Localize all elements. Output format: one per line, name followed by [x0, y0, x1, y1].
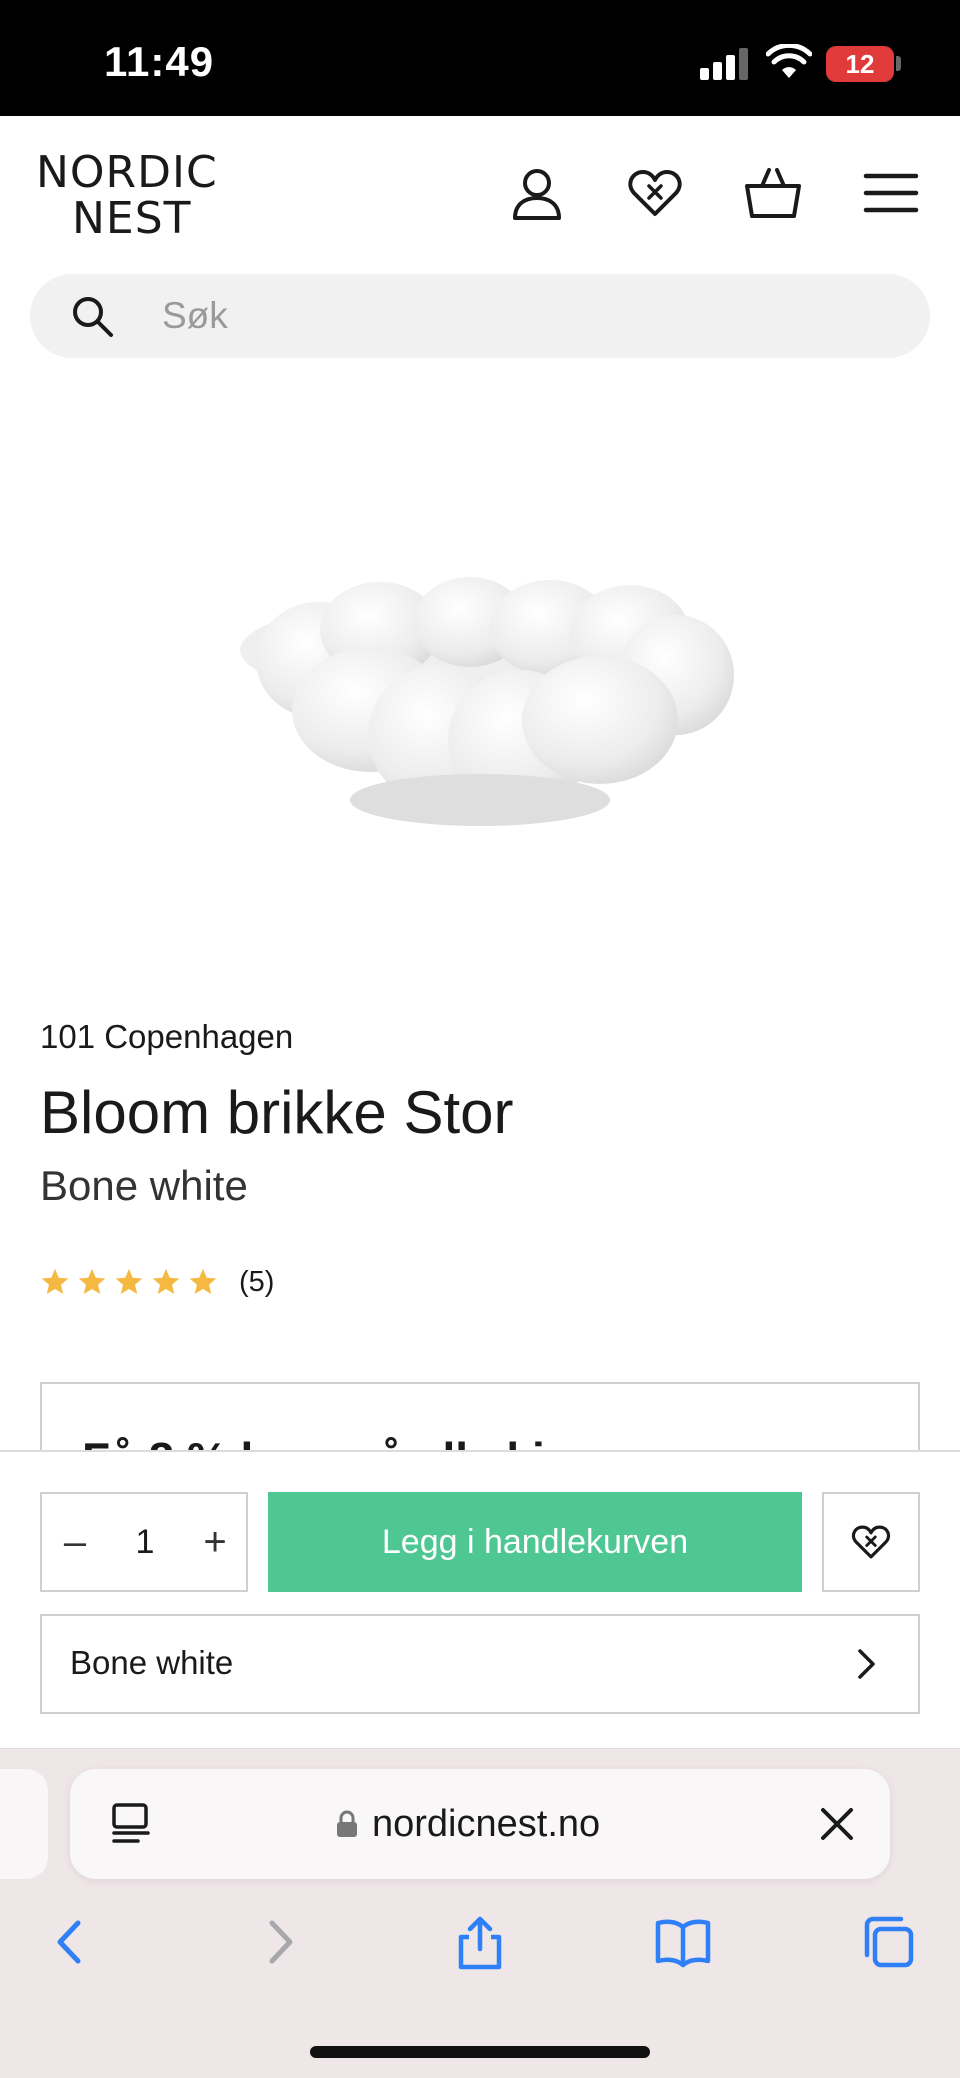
status-time: 11:49 [104, 38, 215, 85]
rating-count: (5) [239, 1265, 275, 1298]
cart-icon[interactable] [740, 160, 806, 226]
wifi-icon [766, 44, 812, 78]
share-button[interactable] [447, 1909, 513, 1975]
site-header: NORDIC NEST [0, 116, 960, 274]
menu-icon[interactable] [858, 160, 924, 226]
variant-selector-label: Bone white [70, 1644, 234, 1681]
bookmarks-button[interactable] [650, 1909, 716, 1975]
back-icon [57, 1920, 81, 1964]
chevron-right-icon [858, 1649, 875, 1679]
star-icon [41, 1268, 69, 1294]
star-icon [115, 1268, 143, 1294]
back-button[interactable] [38, 1909, 104, 1975]
quantity-value[interactable]: 1 [108, 1494, 182, 1590]
previous-tab-peek[interactable] [0, 1769, 48, 1879]
variant-selector[interactable]: Bone white [40, 1614, 920, 1714]
logo-line1: NORDIC [36, 147, 218, 198]
search-bar[interactable] [30, 274, 930, 358]
purchase-bar: – 1 + Legg i handlekurven Bone white [0, 1450, 960, 1748]
star-icon [78, 1268, 106, 1294]
signal-icon [700, 48, 750, 80]
battery-cap [896, 56, 901, 71]
product-brand[interactable]: 101 Copenhagen [40, 1018, 293, 1056]
share-icon [458, 1916, 502, 1970]
forward-icon [269, 1920, 293, 1964]
account-icon[interactable] [504, 160, 570, 226]
quantity-stepper: – 1 + [40, 1492, 248, 1592]
search-icon [73, 297, 113, 337]
product-variant: Bone white [40, 1162, 248, 1209]
url-display[interactable]: nordicnest.no [336, 1801, 600, 1847]
product-image[interactable] [200, 500, 760, 880]
address-bar[interactable]: nordicnest.no [70, 1769, 890, 1879]
wishlist-icon [851, 1525, 891, 1559]
status-bar: 11:49 12 [0, 0, 960, 116]
close-icon[interactable] [818, 1805, 856, 1843]
lock-icon [337, 1810, 357, 1837]
wishlist-button[interactable] [822, 1492, 920, 1592]
browser-toolbar: nordicnest.no [0, 1748, 960, 2078]
forward-button[interactable] [246, 1909, 312, 1975]
star-icon [152, 1268, 180, 1294]
logo-line2: NEST [72, 193, 192, 244]
tabs-button[interactable] [855, 1909, 921, 1975]
search-input[interactable] [162, 286, 862, 346]
bookmarks-icon [655, 1919, 711, 1968]
add-to-cart-button[interactable]: Legg i handlekurven [268, 1492, 802, 1592]
url-text: nordicnest.no [372, 1802, 601, 1845]
wishlist-icon[interactable] [622, 160, 688, 226]
product-title: Bloom brikke Stor [40, 1079, 514, 1146]
tabs-icon [864, 1916, 914, 1968]
increase-quantity-button[interactable]: + [182, 1494, 248, 1590]
decrease-quantity-button[interactable]: – [42, 1494, 108, 1590]
product-rating[interactable]: (5) [40, 1262, 274, 1302]
star-icon [189, 1268, 217, 1294]
battery-icon: 12 [826, 46, 894, 82]
home-indicator[interactable] [310, 2046, 650, 2058]
logo[interactable]: NORDIC NEST [36, 150, 218, 242]
page-menu-icon[interactable] [108, 1801, 154, 1847]
